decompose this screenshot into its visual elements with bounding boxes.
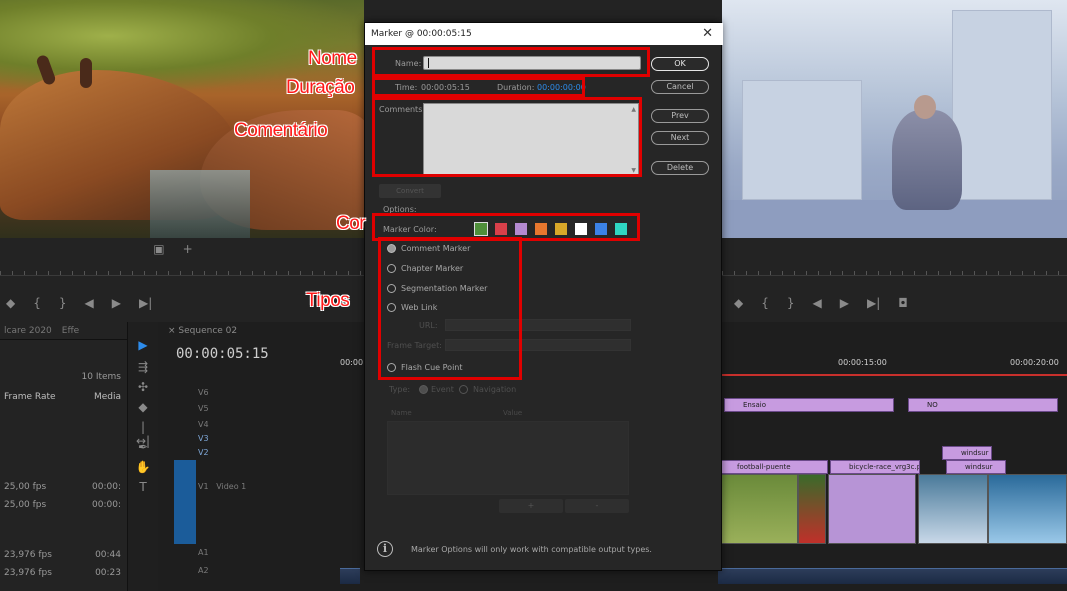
clip-thumbnail[interactable] — [918, 474, 988, 544]
clip[interactable]: NO — [908, 398, 1058, 412]
table-header-value[interactable]: Value — [503, 409, 522, 417]
convert-button[interactable]: Convert — [379, 184, 441, 198]
list-item[interactable]: 23,976 fps 00:44 — [4, 550, 121, 560]
clip-thumbnail[interactable] — [798, 474, 826, 544]
ruler-label: 00:00:20:00 — [1010, 358, 1059, 367]
play-icon[interactable]: ▶ — [112, 296, 121, 310]
v1-target[interactable] — [174, 460, 196, 544]
annotation-box-tipos — [378, 237, 522, 380]
column-frame-rate[interactable]: Frame Rate — [4, 392, 56, 402]
annotation-cor: Cor — [336, 213, 366, 234]
type-tool-icon[interactable]: T — [135, 480, 151, 494]
audio-track[interactable] — [340, 568, 360, 584]
out-point-icon[interactable]: } — [59, 296, 67, 310]
add-param-button[interactable]: + — [499, 499, 563, 513]
next-button[interactable]: Next — [651, 131, 709, 145]
remove-param-button[interactable]: - — [565, 499, 629, 513]
cancel-button[interactable]: Cancel — [651, 80, 709, 94]
clip[interactable]: windsur — [946, 460, 1006, 474]
navigation-label: Navigation — [473, 385, 517, 394]
track-header[interactable]: V1 Video 1 — [198, 482, 378, 496]
clip[interactable]: Ensaio — [724, 398, 894, 412]
track-header[interactable]: A1 — [198, 548, 378, 562]
annotation-nome: Nome — [308, 48, 357, 69]
track-header[interactable]: V5 — [198, 404, 378, 418]
close-icon[interactable]: ✕ — [702, 26, 713, 42]
step-back-icon[interactable]: ◀ — [85, 296, 94, 310]
program-transport-bar: ◆ { } ◀ ▶ ▶| ◘ — [722, 290, 1067, 316]
list-item[interactable]: 25,00 fps 00:00: — [4, 500, 121, 510]
track-select-icon[interactable]: ⇶ — [135, 360, 151, 374]
camera-icon[interactable]: ◘ — [898, 296, 908, 310]
step-forward-icon[interactable]: ▶| — [139, 296, 152, 310]
cue-params-table[interactable] — [387, 421, 629, 495]
person-figure — [892, 110, 962, 210]
info-text: Marker Options will only work with compa… — [411, 545, 652, 554]
annotation-box-duracao — [372, 77, 585, 97]
event-label: Event — [431, 385, 454, 394]
add-icon[interactable]: + — [183, 242, 193, 256]
list-item[interactable]: 25,00 fps 00:00: — [4, 482, 121, 492]
annotation-tipos: Tipos — [306, 290, 350, 311]
clip[interactable]: football-puente — [718, 460, 828, 474]
slip-tool-icon[interactable]: |↔| — [135, 420, 151, 448]
step-forward-icon[interactable]: ▶| — [867, 296, 880, 310]
hand-tool-icon[interactable]: ✋ — [135, 460, 151, 474]
track-header[interactable]: V4 — [198, 420, 378, 434]
items-count: 10 Items — [81, 372, 122, 382]
source-monitor-video — [0, 0, 364, 238]
pen-tool-icon[interactable]: ✒ — [135, 440, 151, 454]
tab-effects[interactable]: Effe — [62, 326, 79, 336]
premiere-workspace: ▣ + ◆ { } ◀ ▶ ▶| ◆ { } ◀ ▶ ▶| ◘ lcare 202… — [0, 0, 1067, 591]
navigation-radio[interactable] — [459, 385, 468, 394]
sequence-tab[interactable]: × Sequence 02 — [168, 326, 237, 336]
ok-button[interactable]: OK — [651, 57, 709, 71]
program-ruler[interactable] — [722, 264, 1067, 276]
tools-panel: ▶ ⇶ ✣ ◆ |↔| ✒ ✋ T — [128, 322, 158, 591]
step-back-icon[interactable]: ◀ — [813, 296, 822, 310]
clip[interactable]: windsur — [942, 446, 992, 460]
annotation-duracao: Duração — [286, 77, 355, 98]
play-icon[interactable]: ▶ — [840, 296, 849, 310]
annotation-box-nome — [372, 47, 650, 77]
marker-icon[interactable]: ◆ — [6, 296, 15, 310]
cue-type-label: Type: — [389, 385, 411, 394]
clip[interactable]: bicycle-race_vrg3c.p-s — [830, 460, 920, 474]
event-radio[interactable] — [419, 385, 428, 394]
column-media[interactable]: Media — [94, 392, 121, 402]
annotation-comentario: Comentário — [234, 120, 328, 141]
selection-tool-icon[interactable]: ▶ — [135, 338, 151, 352]
out-point-icon[interactable]: } — [787, 296, 795, 310]
razor-icon[interactable]: ◆ — [135, 400, 151, 414]
in-point-icon[interactable]: { — [33, 296, 41, 310]
project-panel: lcare 2020 Effe 10 Items Frame Rate Medi… — [0, 322, 128, 591]
dialog-title: Marker @ 00:00:05:15 — [365, 23, 723, 45]
fit-icon[interactable]: ▣ — [153, 242, 164, 256]
prev-button[interactable]: Prev — [651, 109, 709, 123]
track-header[interactable]: V6 — [198, 388, 378, 402]
source-ruler[interactable] — [0, 264, 364, 276]
table-header-name[interactable]: Name — [391, 409, 412, 417]
ripple-edit-icon[interactable]: ✣ — [135, 380, 151, 394]
ruler-label: 00:00:15:00 — [838, 358, 887, 367]
ruler-label: 00:00 — [340, 358, 364, 367]
audio-track[interactable] — [718, 568, 1067, 584]
timeline-clips: 00:00:15:00 00:00:20:00 Ensaio NO windsu… — [718, 322, 1067, 591]
list-item[interactable]: 23,976 fps 00:23 — [4, 568, 121, 578]
info-icon: i — [377, 541, 393, 557]
clip-thumbnail[interactable] — [718, 474, 798, 544]
clip-thumbnail[interactable] — [988, 474, 1067, 544]
clip-thumbnail[interactable] — [828, 474, 916, 544]
source-monitor-controls: ▣ + — [0, 238, 364, 260]
annotation-box-comentario — [372, 97, 642, 177]
program-monitor-video — [722, 0, 1067, 238]
tab-project[interactable]: lcare 2020 — [4, 326, 52, 336]
in-point-icon[interactable]: { — [761, 296, 769, 310]
track-header[interactable]: V2 — [198, 448, 378, 462]
delete-button[interactable]: Delete — [651, 161, 709, 175]
person-figure — [80, 58, 92, 88]
marker-icon[interactable]: ◆ — [734, 296, 743, 310]
timeline-timecode[interactable]: 00:00:05:15 — [176, 346, 269, 362]
track-header[interactable]: V3 — [198, 434, 378, 448]
